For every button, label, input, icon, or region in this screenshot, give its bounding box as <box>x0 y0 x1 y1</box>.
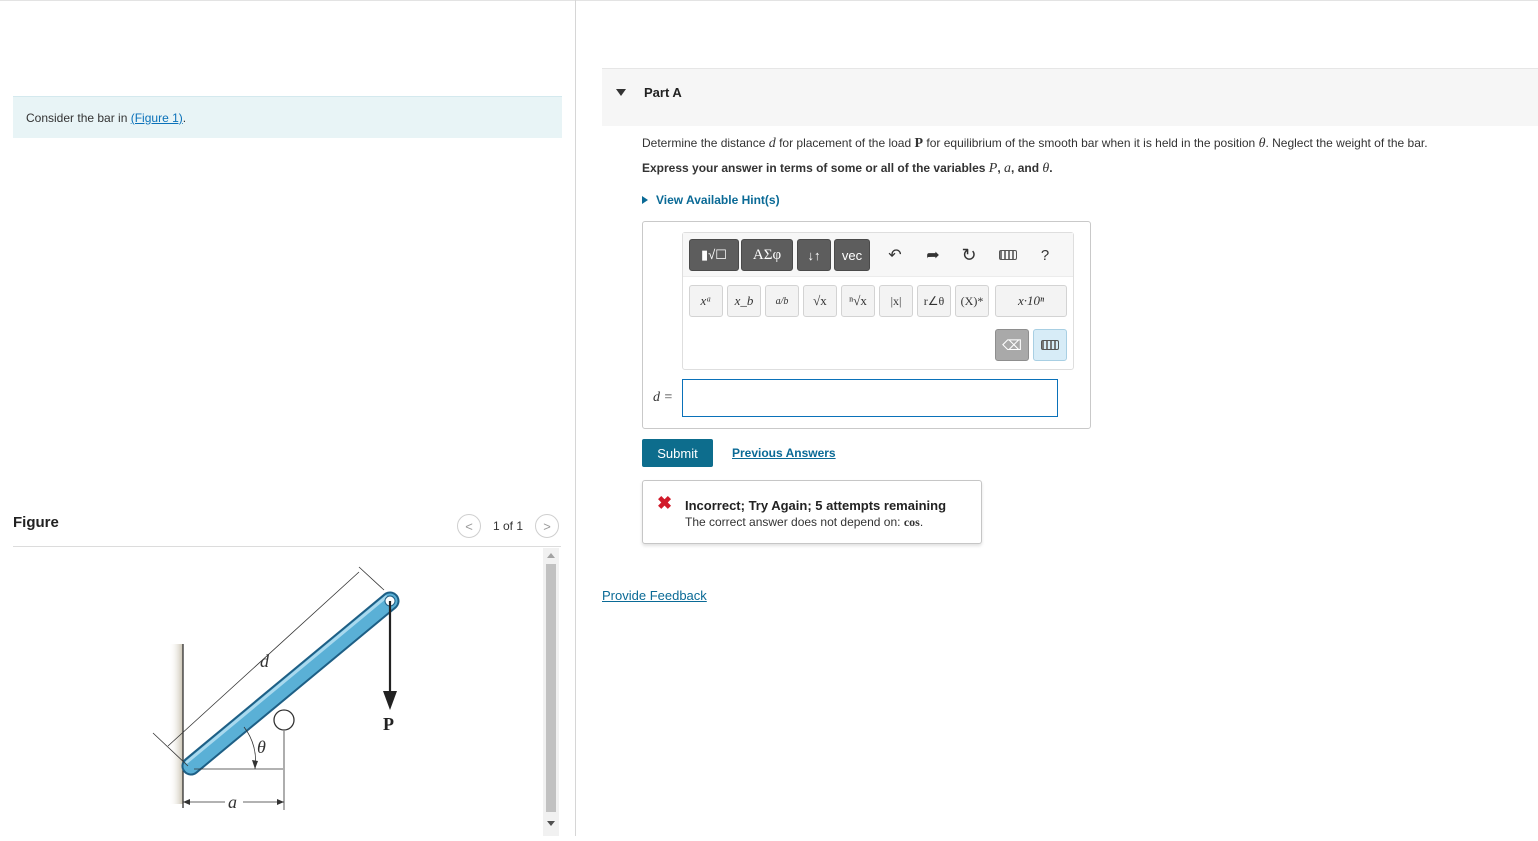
answer-panel: ▮√☐ ΑΣφ ↓↑ vec ↶ ➦ ↻ ? xᵃ x_b a/b √x ⁿ√x… <box>642 221 1091 429</box>
feedback-text: The correct answer does not depend on: <box>685 515 904 529</box>
var-d: d <box>768 136 776 151</box>
question-segment: Determine the distance <box>642 136 769 150</box>
label-a: a <box>228 792 237 812</box>
dim-a-arrow-right <box>277 799 284 805</box>
sqrt-label: √x <box>813 293 827 308</box>
wall-shading <box>169 644 183 804</box>
view-hints-toggle[interactable]: View Available Hint(s) <box>642 193 780 207</box>
chevron-left-icon[interactable]: < <box>457 514 481 538</box>
intro-text: Consider the bar in <box>26 111 131 125</box>
vector-button[interactable]: vec <box>834 239 870 271</box>
keyboard-icon[interactable] <box>995 239 1021 271</box>
polar-label: r∠θ <box>923 293 945 308</box>
feedback-term: cos <box>903 515 920 529</box>
subscript-label: x_b <box>734 293 754 308</box>
feedback-end: . <box>919 515 924 529</box>
sci-notation-label: x·10ⁿ <box>1017 293 1045 308</box>
templates-button[interactable]: ▮√☐ <box>689 239 739 271</box>
scroll-down-arrow-icon[interactable] <box>547 821 555 826</box>
nth-root-label: ⁿ√x <box>849 293 867 308</box>
vec-label: vec <box>841 247 863 263</box>
nth-root-button[interactable]: ⁿ√x <box>841 285 875 317</box>
pager-text: 1 of 1 <box>493 519 524 533</box>
reset-icon[interactable]: ↻ <box>957 239 981 271</box>
intro-suffix: . <box>182 111 187 125</box>
help-button[interactable]: ? <box>1033 239 1057 271</box>
dim-d-tick-upper <box>358 566 385 591</box>
keyboard-toggle-icon[interactable] <box>1033 329 1067 361</box>
math-toolbar: ▮√☐ ΑΣφ ↓↑ vec ↶ ➦ ↻ ? xᵃ x_b a/b √x ⁿ√x… <box>682 232 1074 370</box>
instruction-segment: Express your answer in terms of some or … <box>642 161 989 175</box>
question-segment: . Neglect the weight of the bar. <box>1265 136 1428 150</box>
superscript-label: xᵃ <box>700 293 712 308</box>
greek-symbols-button[interactable]: ΑΣφ <box>741 239 793 271</box>
scientific-notation-button[interactable]: x·10ⁿ <box>995 285 1067 317</box>
feedback-detail: The correct answer does not depend on: c… <box>685 515 923 530</box>
fraction-button[interactable]: a/b <box>765 285 799 317</box>
theta-arrowhead <box>252 760 258 769</box>
superscript-button[interactable]: xᵃ <box>689 285 723 317</box>
chevron-right-icon[interactable]: > <box>535 514 560 538</box>
figure-pager: < 1 of 1 > <box>457 514 560 538</box>
figure-link[interactable]: (Figure 1) <box>131 111 183 125</box>
label-theta: θ <box>257 737 266 757</box>
figure-separator <box>13 546 561 547</box>
part-header[interactable]: Part A <box>602 68 1538 126</box>
undo-icon[interactable]: ↶ <box>883 239 907 271</box>
label-P: P <box>383 714 394 734</box>
answer-label: d = <box>653 389 673 406</box>
provide-feedback-link[interactable]: Provide Feedback <box>602 588 707 603</box>
answer-instructions: Express your answer in terms of some or … <box>642 161 1053 177</box>
problem-intro: Consider the bar in (Figure 1). <box>13 96 562 138</box>
subscript-button[interactable]: x_b <box>727 285 761 317</box>
roller-support <box>273 709 295 731</box>
bar-highlight <box>185 595 388 764</box>
question-text: Determine the distance d for placement o… <box>642 136 1428 152</box>
backspace-icon[interactable]: ⌫ <box>995 329 1029 361</box>
question-segment: for placement of the load <box>775 136 915 150</box>
previous-answers-link[interactable]: Previous Answers <box>732 446 836 460</box>
question-segment: for equilibrium of the smooth bar when i… <box>923 136 1259 150</box>
fraction-label: a/b <box>775 295 789 307</box>
load-arrow-head <box>383 691 397 710</box>
instruction-segment: , and <box>1011 161 1043 175</box>
instruction-segment: . <box>1049 161 1053 175</box>
arrows-button[interactable]: ↓↑ <box>797 239 831 271</box>
conjugate-label: (X)* <box>960 293 984 308</box>
label-d: d <box>260 651 270 671</box>
answer-input[interactable] <box>682 379 1058 417</box>
collapse-triangle-icon[interactable] <box>616 89 626 96</box>
x-icon: ✖ <box>657 493 673 513</box>
answer-label-text: d = <box>653 390 673 405</box>
greek-label: ΑΣφ <box>752 246 782 263</box>
toolbar-row-primary: ▮√☐ ΑΣφ ↓↑ vec ↶ ➦ ↻ ? <box>683 233 1073 277</box>
figure-title: Figure <box>13 514 59 531</box>
var-P: P <box>914 136 924 151</box>
bar-body <box>183 593 398 774</box>
sqrt-button[interactable]: √x <box>803 285 837 317</box>
figure-viewport: d θ P a <box>13 548 543 836</box>
polar-button[interactable]: r∠θ <box>917 285 951 317</box>
scroll-thumb[interactable] <box>546 564 556 812</box>
absolute-value-button[interactable]: |x| <box>879 285 913 317</box>
conjugate-button[interactable]: (X)* <box>955 285 989 317</box>
submit-button[interactable]: Submit <box>642 439 713 467</box>
abs-label: |x| <box>890 293 902 308</box>
part-title: Part A <box>644 85 682 100</box>
figure-scrollbar[interactable] <box>543 548 559 836</box>
help-label: ? <box>1040 246 1050 264</box>
feedback-title: Incorrect; Try Again; 5 attempts remaini… <box>685 498 947 513</box>
scroll-up-arrow-icon[interactable] <box>547 553 555 558</box>
templates-label: ▮√☐ <box>701 247 727 262</box>
redo-icon[interactable]: ➦ <box>921 239 945 271</box>
feedback-message: ✖ Incorrect; Try Again; 5 attempts remai… <box>642 480 982 544</box>
dim-a-arrow-left <box>183 799 190 805</box>
bar-figure: d θ P a <box>152 566 400 812</box>
hint-label[interactable]: View Available Hint(s) <box>656 193 780 207</box>
arrows-label: ↓↑ <box>807 247 821 263</box>
pane-divider[interactable] <box>575 0 576 836</box>
top-border <box>0 0 1538 1</box>
expand-triangle-icon <box>642 196 648 204</box>
var-a: a <box>1004 161 1012 176</box>
